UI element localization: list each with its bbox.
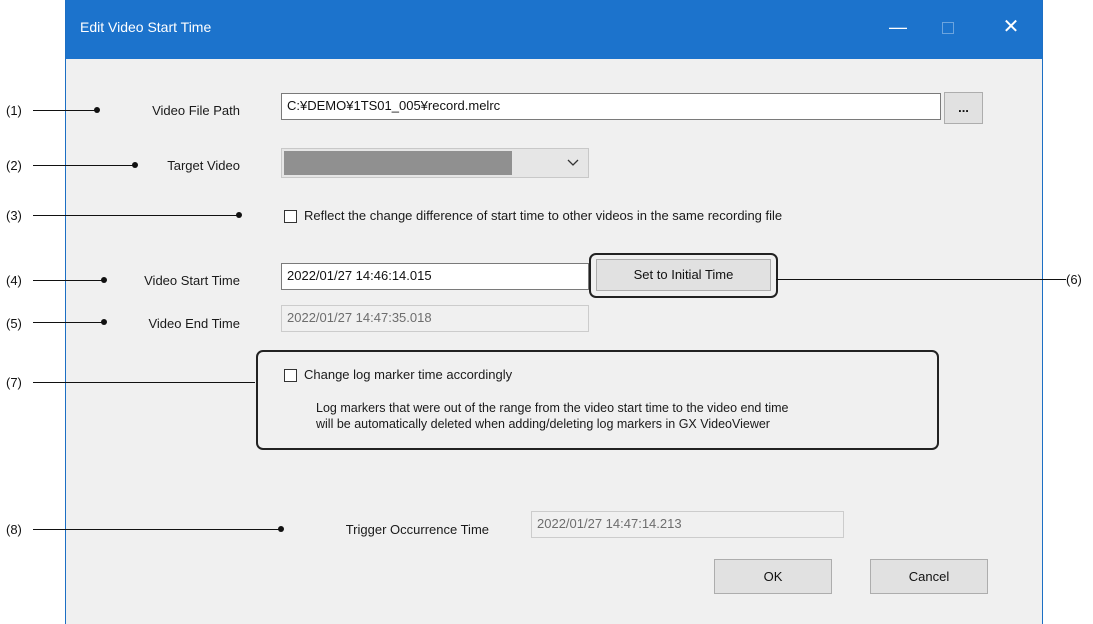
log-marker-note-line2: will be automatically deleted when addin… bbox=[316, 417, 770, 431]
close-button[interactable]: ✕ bbox=[999, 14, 1023, 40]
annotation-2: (2) bbox=[6, 158, 22, 173]
cancel-button[interactable]: Cancel bbox=[870, 559, 988, 594]
annotation-2-dot bbox=[132, 162, 138, 168]
trigger-occurrence-time-input: 2022/01/27 14:47:14.213 bbox=[531, 511, 844, 538]
annotation-8: (8) bbox=[6, 522, 22, 537]
target-video-select[interactable] bbox=[281, 148, 589, 178]
video-start-time-label: Video Start Time bbox=[144, 273, 240, 288]
log-marker-note-line1: Log markers that were out of the range f… bbox=[316, 401, 789, 415]
title-bar[interactable]: Edit Video Start Time — ✕ bbox=[66, 0, 1042, 59]
video-end-time-input: 2022/01/27 14:47:35.018 bbox=[281, 305, 589, 332]
target-video-selected-value bbox=[284, 151, 512, 175]
ok-button[interactable]: OK bbox=[714, 559, 832, 594]
trigger-occurrence-time-label: Trigger Occurrence Time bbox=[345, 522, 489, 537]
annotation-4: (4) bbox=[6, 273, 22, 288]
video-start-time-input[interactable]: 2022/01/27 14:46:14.015 bbox=[281, 263, 589, 290]
annotation-5-leader bbox=[33, 322, 104, 323]
video-end-time-label: Video End Time bbox=[148, 316, 240, 331]
video-file-path-input[interactable]: C:¥DEMO¥1TS01_005¥record.melrc bbox=[281, 93, 941, 120]
window-title: Edit Video Start Time bbox=[80, 19, 212, 35]
annotation-1-leader bbox=[33, 110, 97, 111]
maximize-button bbox=[936, 14, 960, 40]
annotation-3: (3) bbox=[6, 208, 22, 223]
edit-video-start-time-dialog: Edit Video Start Time — ✕ Video File Pat… bbox=[65, 0, 1043, 624]
annotation-6: (6) bbox=[1066, 272, 1082, 287]
annotation-8-leader bbox=[33, 529, 281, 530]
maximize-icon bbox=[942, 22, 954, 34]
annotation-3-leader bbox=[33, 215, 239, 216]
annotation-4-dot bbox=[101, 277, 107, 283]
annotation-2-leader bbox=[33, 165, 135, 166]
reflect-change-checkbox[interactable] bbox=[284, 210, 297, 223]
annotation-7: (7) bbox=[6, 375, 22, 390]
annotation-3-dot bbox=[236, 212, 242, 218]
annotation-5: (5) bbox=[6, 316, 22, 331]
change-log-marker-label: Change log marker time accordingly bbox=[304, 367, 513, 382]
annotation-1-dot bbox=[94, 107, 100, 113]
video-file-path-label: Video File Path bbox=[152, 103, 240, 118]
annotation-7-leader bbox=[33, 382, 255, 383]
change-log-marker-checkbox[interactable] bbox=[284, 369, 297, 382]
chevron-down-icon bbox=[567, 159, 579, 166]
reflect-change-label: Reflect the change difference of start t… bbox=[304, 208, 783, 223]
annotation-1: (1) bbox=[6, 103, 22, 118]
annotation-6-leader bbox=[776, 279, 1066, 280]
annotation-8-dot bbox=[278, 526, 284, 532]
minimize-button[interactable]: — bbox=[886, 14, 910, 40]
set-to-initial-time-button[interactable]: Set to Initial Time bbox=[596, 259, 771, 291]
browse-button[interactable]: ... bbox=[944, 92, 983, 124]
annotation-4-leader bbox=[33, 280, 104, 281]
annotation-5-dot bbox=[101, 319, 107, 325]
